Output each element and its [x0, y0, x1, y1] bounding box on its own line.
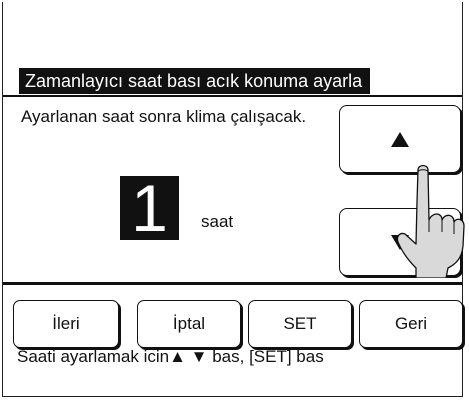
- instruction-text: Ayarlanan saat sonra klima çalışacak.: [21, 107, 307, 126]
- screen-title: Zamanlayıcı saat bası acık konuma ayarla: [19, 68, 371, 94]
- next-button[interactable]: İleri: [13, 300, 119, 348]
- hint-text: Saati ayarlamak icin▲ ▼ bas, [SET] bas: [17, 347, 324, 366]
- triangle-up-icon: [391, 131, 409, 147]
- cancel-button[interactable]: İptal: [137, 300, 241, 348]
- set-button[interactable]: SET: [248, 300, 352, 348]
- back-button[interactable]: Geri: [359, 300, 463, 348]
- triangle-down-icon: [391, 234, 409, 250]
- divider-bottom: [3, 282, 462, 285]
- hour-unit-label: saat: [201, 212, 234, 231]
- decrease-button[interactable]: [339, 208, 461, 276]
- divider-top: [3, 95, 462, 97]
- increase-button[interactable]: [339, 105, 461, 173]
- hour-value-display: 1: [120, 175, 179, 241]
- control-panel-screen: Zamanlayıcı saat bası acık konuma ayarla…: [2, 2, 465, 397]
